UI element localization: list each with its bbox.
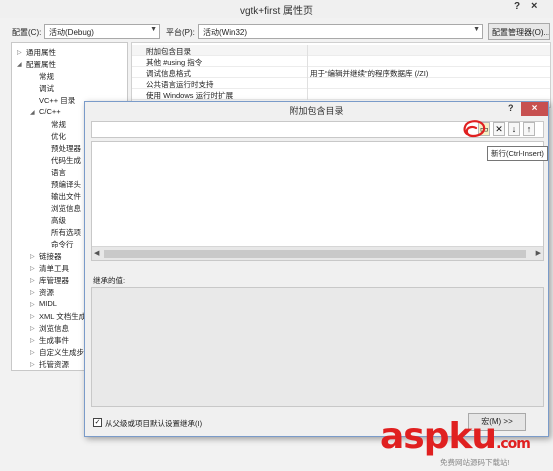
tree-item[interactable]: ◢ 配置属性: [17, 59, 56, 70]
new-line-tooltip: 新行(Ctrl-Insert): [487, 146, 548, 161]
expand-icon[interactable]: ▷: [30, 265, 35, 272]
divider: [307, 56, 308, 67]
tree-item[interactable]: 优化: [51, 131, 66, 142]
scroll-right-icon[interactable]: ▶: [536, 249, 541, 257]
tree-item[interactable]: VC++ 目录: [39, 95, 75, 106]
platform-combo-value: 活动(Win32): [203, 28, 248, 37]
config-manager-button[interactable]: 配置管理器(O)...: [488, 23, 550, 40]
window-title: vgtk+first 属性页: [239, 6, 314, 17]
expand-icon[interactable]: ▷: [17, 49, 22, 56]
grid-row[interactable]: 其他 #using 指令: [132, 56, 550, 67]
expand-icon[interactable]: ▷: [30, 253, 35, 260]
red-circle-annotation: [463, 120, 486, 138]
scroll-left-icon[interactable]: ◀: [94, 249, 99, 257]
tree-item[interactable]: ▷ MIDL: [30, 299, 57, 310]
dialog-title-bar: 附加包含目录 ? ×: [85, 102, 548, 118]
tree-item[interactable]: ▷ 自定义生成步: [30, 347, 84, 358]
tree-item[interactable]: ◢ C/C++: [30, 107, 61, 118]
tree-item[interactable]: ▷ 通用属性: [17, 47, 56, 58]
expand-icon[interactable]: ▷: [30, 277, 35, 284]
grid-row[interactable]: 调试信息格式 用于“编辑并继续”的程序数据库 (/ZI): [132, 67, 550, 78]
divider: [307, 78, 308, 89]
platform-combo[interactable]: 活动(Win32) ▼: [198, 24, 483, 39]
tree-item[interactable]: 浏览信息: [51, 203, 81, 214]
expand-icon[interactable]: ▷: [30, 325, 35, 332]
tree-item[interactable]: 常规: [39, 71, 54, 82]
tree-item[interactable]: 语言: [51, 167, 66, 178]
property-grid[interactable]: 附加包含目录 其他 #using 指令 调试信息格式 用于“编辑并继续”的程序数…: [131, 42, 551, 108]
tree-item[interactable]: 调试: [39, 83, 54, 94]
tree-item[interactable]: 常规: [51, 119, 66, 130]
include-directories-dialog: 附加包含目录 ? × ▭ ✕ ↓ ↑ ◀ ▶ 新行(Ctrl-Insert) 继…: [84, 101, 549, 437]
delete-icon[interactable]: ✕: [493, 122, 505, 136]
expand-icon[interactable]: ▷: [30, 361, 35, 368]
tree-item[interactable]: 代码生成: [51, 155, 81, 166]
tree-item[interactable]: 预编译头: [51, 179, 81, 190]
tree-item[interactable]: 输出文件: [51, 191, 81, 202]
tree-item[interactable]: 预处理器: [51, 143, 81, 154]
config-label: 配置(C):: [12, 28, 42, 37]
tree-item[interactable]: ▷ 库管理器: [30, 275, 69, 286]
divider: [307, 45, 308, 56]
scrollbar-thumb[interactable]: [104, 250, 526, 258]
platform-label: 平台(P):: [166, 28, 195, 37]
grid-row[interactable]: 公共语言运行时支持: [132, 78, 550, 89]
tree-item[interactable]: ▷ 链接器: [30, 251, 62, 262]
directory-list[interactable]: [91, 141, 544, 261]
tree-item[interactable]: 所有选项: [51, 227, 81, 238]
expand-icon[interactable]: ▷: [30, 349, 35, 356]
tree-item[interactable]: ▷ XML 文档生成: [30, 311, 86, 322]
expand-icon[interactable]: ▷: [30, 337, 35, 344]
close-icon[interactable]: ×: [531, 0, 537, 12]
title-bar: vgtk+first 属性页 ? ×: [0, 0, 553, 18]
watermark-logo: aspku.com: [380, 416, 531, 457]
tree-item[interactable]: ▷ 浏览信息: [30, 323, 69, 334]
chevron-down-icon: ▼: [150, 26, 157, 33]
tree-item[interactable]: ▷ 生成事件: [30, 335, 69, 346]
expand-icon[interactable]: ▷: [30, 301, 35, 308]
config-combo-value: 活动(Debug): [49, 28, 94, 37]
expand-icon[interactable]: ▷: [30, 313, 35, 320]
help-icon[interactable]: ?: [514, 1, 520, 12]
grid-row-name: 使用 Windows 运行时扩展: [146, 91, 234, 100]
help-icon[interactable]: ?: [508, 103, 514, 113]
inherited-values-box: [91, 287, 544, 407]
config-combo[interactable]: 活动(Debug) ▼: [44, 24, 160, 39]
collapse-icon[interactable]: ◢: [17, 61, 22, 68]
grid-row[interactable]: 附加包含目录: [132, 45, 550, 56]
divider: [307, 89, 308, 100]
grid-row[interactable]: 使用 Windows 运行时扩展: [132, 89, 550, 100]
tree-item[interactable]: 高级: [51, 215, 66, 226]
divider: [307, 67, 308, 78]
chevron-down-icon: ▼: [473, 26, 480, 33]
move-up-icon[interactable]: ↑: [523, 122, 535, 136]
collapse-icon[interactable]: ◢: [30, 109, 35, 116]
inherit-checkbox[interactable]: ✓: [93, 418, 102, 427]
inherit-checkbox-label[interactable]: 从父级或项目默认设置继承(I): [105, 418, 202, 429]
tree-item[interactable]: ▷ 清单工具: [30, 263, 69, 274]
move-down-icon[interactable]: ↓: [508, 122, 520, 136]
tree-item[interactable]: ▷ 资源: [30, 287, 54, 298]
inherited-values-label: 继承的值:: [93, 276, 126, 285]
tree-item[interactable]: 命令行: [51, 239, 74, 250]
horizontal-scrollbar[interactable]: ◀ ▶: [92, 246, 543, 260]
watermark-subtitle: 免费网站源码下载站!: [440, 458, 510, 467]
close-icon[interactable]: ×: [521, 102, 548, 116]
expand-icon[interactable]: ▷: [30, 289, 35, 296]
dialog-title: 附加包含目录: [289, 106, 344, 116]
tree-item[interactable]: ▷ 托管资源: [30, 359, 69, 370]
